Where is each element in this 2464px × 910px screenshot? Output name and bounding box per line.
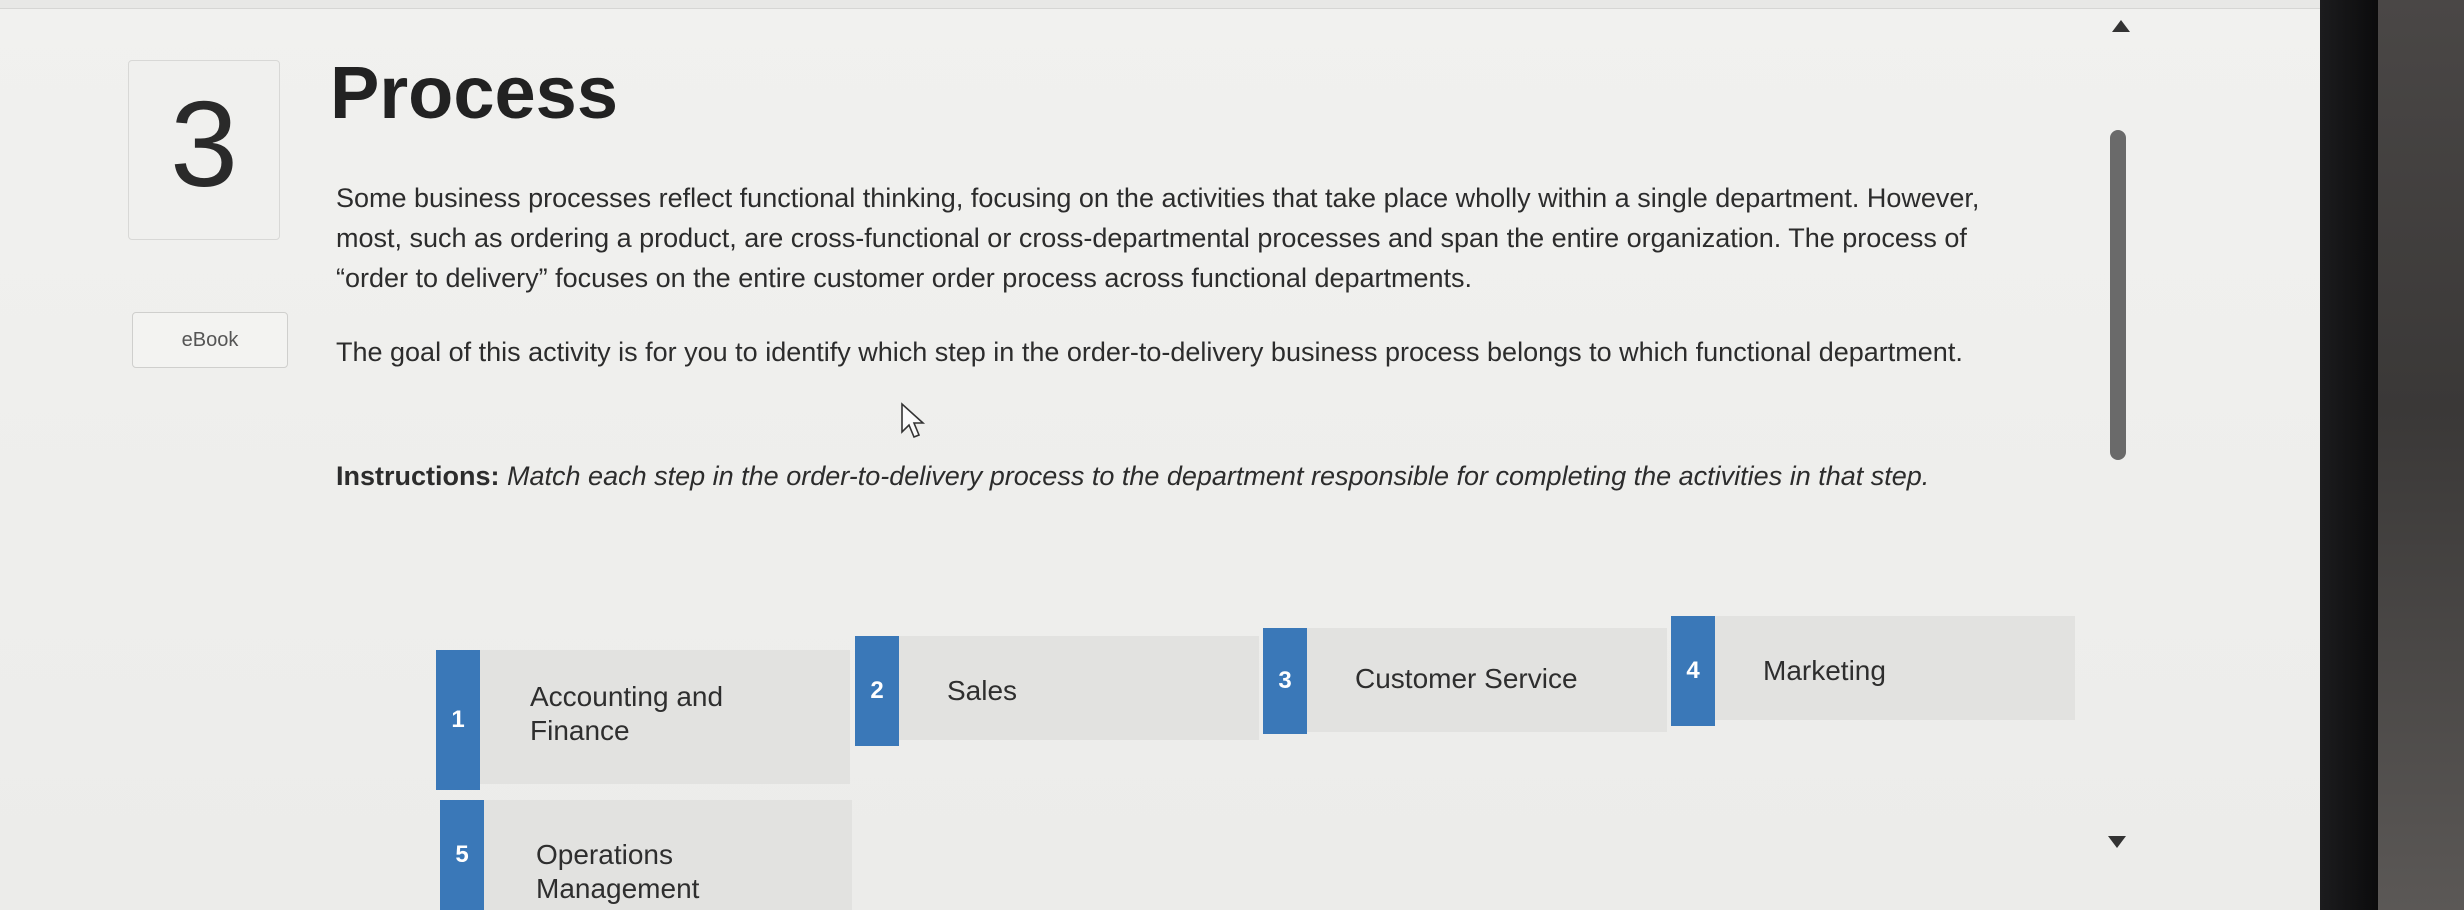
instructions-label: Instructions:	[336, 461, 500, 491]
card-label: Marketing	[1763, 655, 1886, 686]
question-number: 3	[170, 76, 238, 212]
goal-paragraph: The goal of this activity is for you to …	[336, 337, 1963, 367]
drag-card-marketing[interactable]: 4 Marketing	[1671, 616, 2075, 726]
drag-card-sales[interactable]: 2 Sales	[855, 636, 1259, 746]
drag-card-accounting-finance[interactable]: 1 Accounting and Finance	[436, 650, 850, 790]
card-label: Accounting and Finance	[530, 681, 724, 746]
card-label: Operations Management	[536, 839, 700, 904]
card-label: Sales	[947, 675, 1018, 706]
question-number-box: 3	[128, 60, 280, 240]
card-number-badge: 4	[1671, 616, 1715, 726]
top-divider	[0, 0, 2320, 9]
card-number-badge: 5	[440, 800, 484, 910]
scrollbar-thumb[interactable]	[2110, 130, 2126, 460]
background-outside-screen	[2378, 0, 2464, 910]
triangle-up-icon[interactable]	[2112, 20, 2130, 32]
drag-card-operations-management[interactable]: 5 Operations Management	[440, 800, 852, 910]
card-number-badge: 1	[436, 650, 480, 790]
card-number-badge: 3	[1263, 628, 1307, 734]
monitor-bezel	[2320, 0, 2378, 910]
card-label: Customer Service	[1355, 663, 1578, 694]
activity-page: 3 eBook Process Some business processes …	[0, 0, 2320, 910]
ebook-button[interactable]: eBook	[132, 312, 288, 368]
instructions-text: Match each step in the order-to-delivery…	[507, 461, 1930, 491]
triangle-down-icon[interactable]	[2108, 836, 2126, 848]
intro-paragraph: Some business processes reflect function…	[336, 183, 1980, 293]
card-number-badge: 2	[855, 636, 899, 746]
instructions-paragraph: Instructions: Match each step in the ord…	[336, 456, 2016, 496]
page-title: Process	[330, 51, 618, 134]
mouse-pointer-icon	[901, 402, 926, 439]
drag-card-customer-service[interactable]: 3 Customer Service	[1263, 628, 1667, 734]
